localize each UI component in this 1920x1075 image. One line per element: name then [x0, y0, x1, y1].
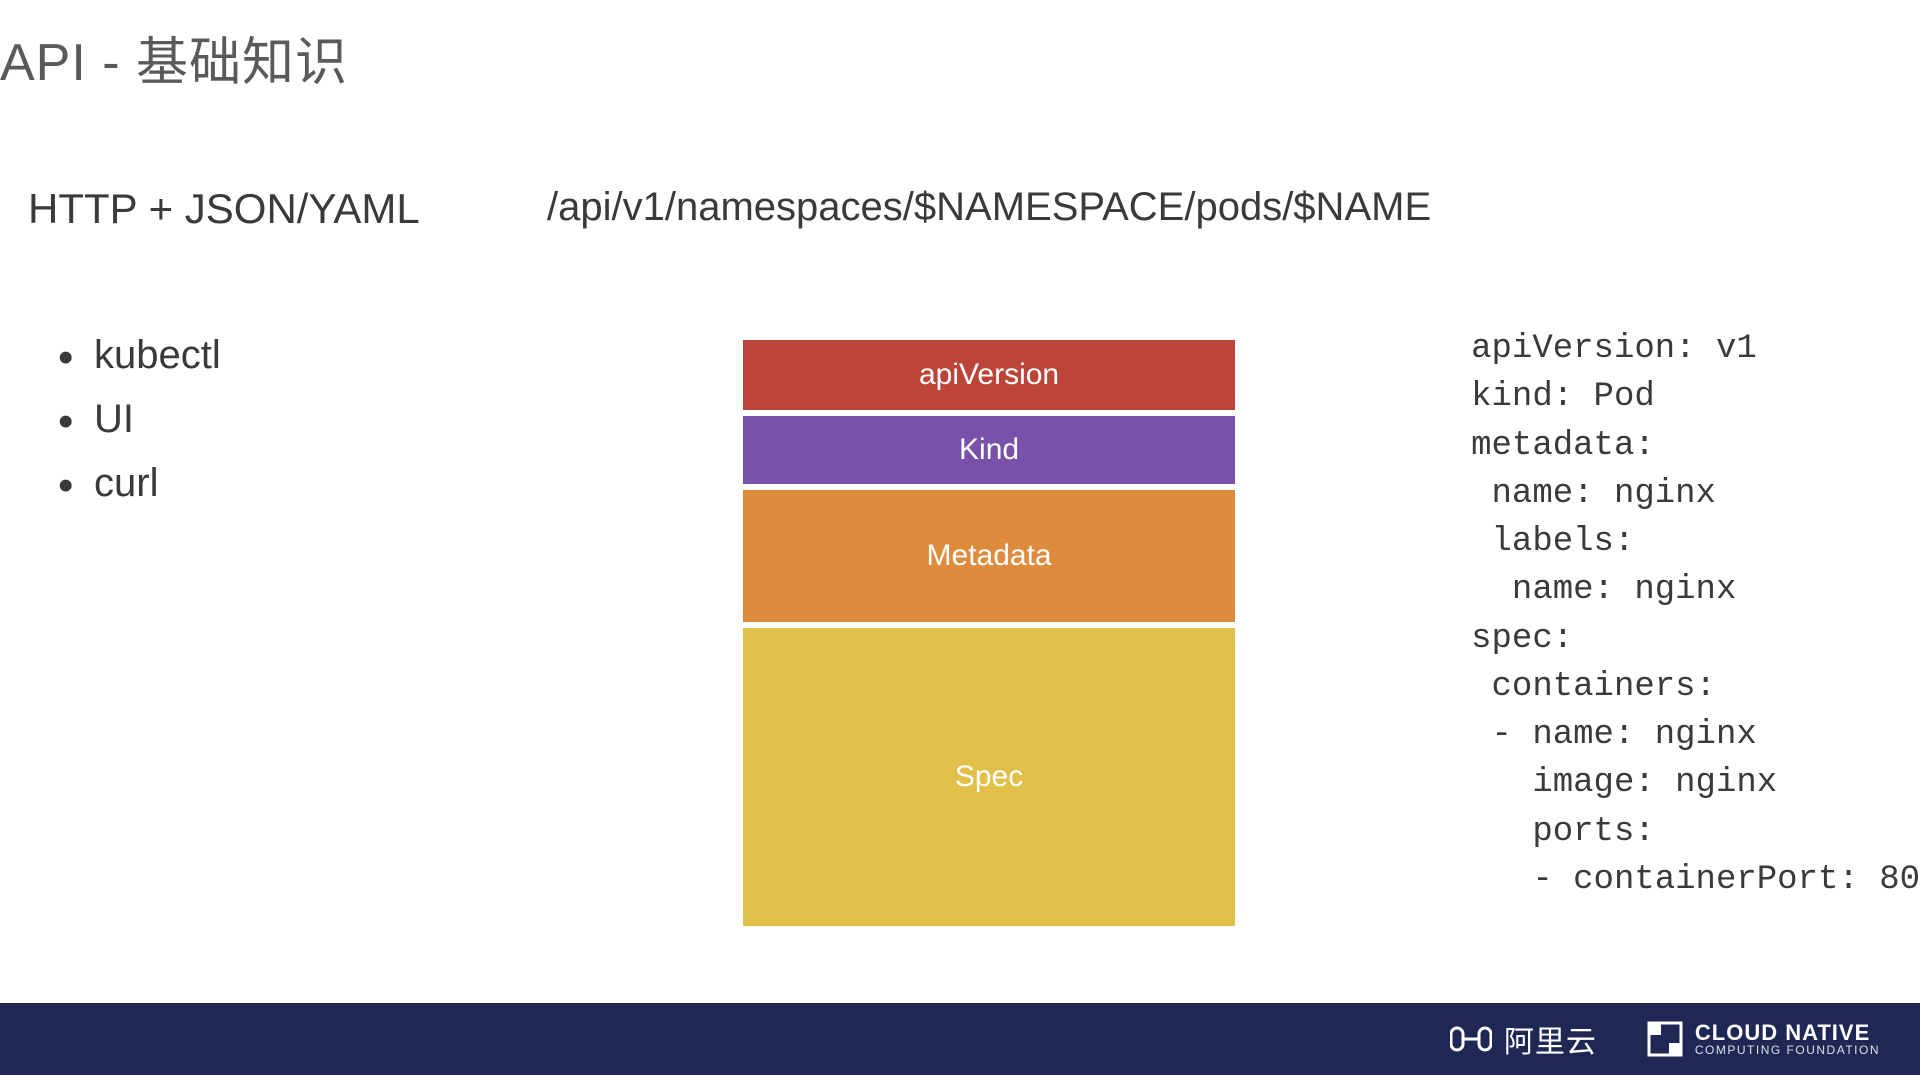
aliyun-icon	[1450, 1024, 1492, 1054]
resource-stack-diagram: apiVersion Kind Metadata Spec	[743, 340, 1235, 926]
cncf-label-top: CLOUD NATIVE	[1695, 1022, 1880, 1044]
brand-cncf: CLOUD NATIVE COMPUTING FOUNDATION	[1647, 1021, 1880, 1057]
content-area: HTTP + JSON/YAML kubectl UI curl /api/v1…	[0, 95, 1920, 926]
subtitle: HTTP + JSON/YAML	[28, 185, 507, 233]
stack-block-kind: Kind	[743, 416, 1235, 484]
list-item: UI	[58, 387, 507, 451]
left-column: HTTP + JSON/YAML kubectl UI curl	[20, 185, 507, 926]
aliyun-label: 阿里云	[1504, 1017, 1597, 1061]
page-title: API - 基础知识	[0, 0, 1920, 95]
list-item: kubectl	[58, 323, 507, 387]
cncf-label: CLOUD NATIVE COMPUTING FOUNDATION	[1695, 1022, 1880, 1056]
cncf-label-bottom: COMPUTING FOUNDATION	[1695, 1044, 1880, 1056]
middle-column: /api/v1/namespaces/$NAMESPACE/pods/$NAME…	[547, 185, 1431, 926]
footer-bar: 阿里云 CLOUD NATIVE COMPUTING FOUNDATION	[0, 1003, 1920, 1075]
stack-block-metadata: Metadata	[743, 490, 1235, 622]
brand-aliyun: 阿里云	[1450, 1017, 1597, 1061]
cncf-icon	[1647, 1021, 1683, 1057]
right-column: apiVersion: v1 kind: Pod metadata: name:…	[1471, 185, 1920, 926]
stack-block-apiversion: apiVersion	[743, 340, 1235, 410]
tool-list: kubectl UI curl	[28, 323, 507, 515]
list-item: curl	[58, 451, 507, 515]
api-path: /api/v1/namespaces/$NAMESPACE/pods/$NAME	[547, 185, 1431, 230]
stack-block-spec: Spec	[743, 628, 1235, 926]
yaml-code-block: apiVersion: v1 kind: Pod metadata: name:…	[1471, 325, 1920, 904]
